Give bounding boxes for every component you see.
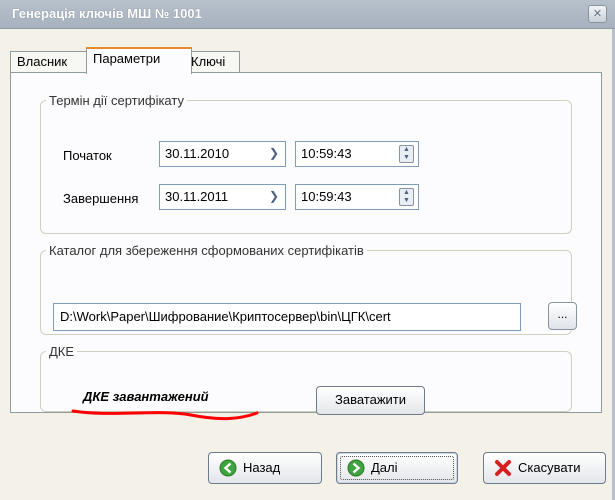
- end-label: Завершення: [63, 191, 139, 206]
- next-button[interactable]: Далі: [336, 452, 458, 484]
- cancel-label: Скасувати: [518, 460, 581, 475]
- validity-group: Термін дії сертифікату Початок 30.11.201…: [40, 93, 572, 234]
- window-title: Генерація ключів МШ № 1001: [12, 6, 202, 21]
- next-label: Далі: [371, 460, 398, 475]
- arrow-left-icon: [219, 459, 237, 477]
- spin-arrows-icon[interactable]: ▲ ▼: [399, 145, 414, 163]
- catalog-legend: Каталог для збереження сформованих серти…: [49, 243, 364, 258]
- dke-legend: ДКЕ: [49, 344, 75, 359]
- start-time-spinner[interactable]: 10:59:43 ▲ ▼: [295, 141, 419, 167]
- reload-dke-button[interactable]: Заватажити: [316, 386, 425, 415]
- red-x-icon: [495, 460, 511, 476]
- tab-keys[interactable]: Ключі: [184, 51, 240, 73]
- end-date-picker[interactable]: 30.11.2011 ❯: [159, 184, 286, 210]
- start-label: Початок: [63, 148, 112, 163]
- parameters-panel: Термін дії сертифікату Початок 30.11.201…: [10, 72, 602, 421]
- chevron-down-icon[interactable]: ❯: [269, 146, 279, 160]
- catalog-path-field[interactable]: D:\Work\Paper\Шифрование\Криптосервер\bi…: [53, 303, 521, 331]
- tab-owner[interactable]: Власник: [10, 51, 92, 73]
- title-bar: Генерація ключів МШ № 1001 ✕: [0, 0, 615, 29]
- end-date-value: 30.11.2011: [165, 189, 229, 204]
- catalog-group: Каталог для збереження сформованих серти…: [40, 243, 577, 335]
- cancel-button[interactable]: Скасувати: [483, 452, 606, 484]
- dke-status-text: ДКЕ завантажений: [83, 389, 209, 404]
- dialog-window: Власник Параметри Ключі Термін дії серти…: [0, 29, 615, 500]
- catalog-path-value: D:\Work\Paper\Шифрование\Криптосервер\bi…: [60, 309, 391, 324]
- red-underline-annotation: [71, 409, 259, 421]
- tab-parameters[interactable]: Параметри: [86, 47, 192, 74]
- validity-legend: Термін дії сертифікату: [49, 93, 184, 108]
- start-time-value: 10:59:43: [301, 146, 352, 161]
- back-button[interactable]: Назад: [208, 452, 322, 484]
- start-date-picker[interactable]: 30.11.2010 ❯: [159, 141, 286, 167]
- back-label: Назад: [243, 460, 281, 475]
- browse-button[interactable]: ...: [548, 302, 577, 330]
- arrow-right-icon: [347, 459, 365, 477]
- chevron-down-icon[interactable]: ❯: [269, 189, 279, 203]
- end-time-value: 10:59:43: [301, 189, 352, 204]
- start-date-value: 30.11.2010: [165, 146, 230, 161]
- spin-arrows-icon[interactable]: ▲ ▼: [399, 188, 414, 206]
- dke-group: ДКЕ ДКЕ завантажений Заватажити: [40, 344, 572, 421]
- close-icon[interactable]: ✕: [588, 5, 607, 23]
- end-time-spinner[interactable]: 10:59:43 ▲ ▼: [295, 184, 419, 210]
